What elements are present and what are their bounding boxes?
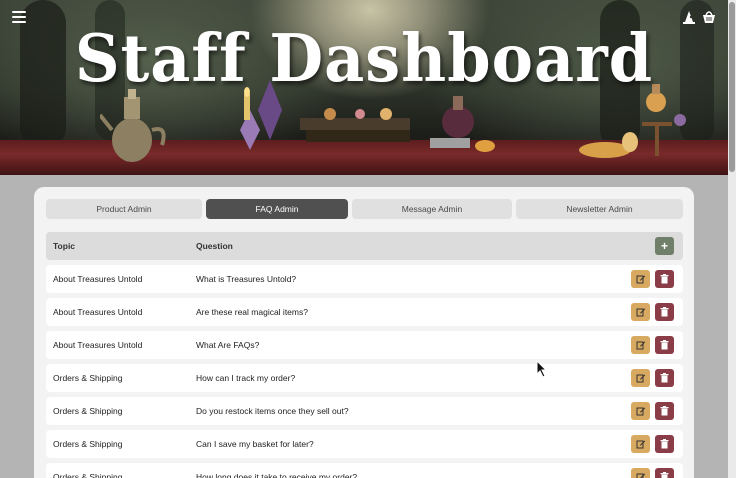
edit-faq-button[interactable] — [631, 270, 650, 288]
delete-faq-button[interactable] — [655, 402, 674, 420]
delete-faq-button[interactable] — [655, 336, 674, 354]
cell-question: Do you restock items once they sell out? — [196, 406, 349, 416]
pencil-square-icon — [636, 374, 645, 383]
cell-question: How can I track my order? — [196, 373, 296, 383]
table-row: Orders & Shipping How long does it take t… — [46, 463, 683, 478]
cell-question: What is Treasures Untold? — [196, 274, 297, 284]
plus-icon: + — [660, 239, 668, 253]
table-row: About Treasures Untold Are these real mag… — [46, 298, 683, 326]
scrollbar-thumb[interactable] — [729, 2, 735, 172]
pencil-square-icon — [636, 275, 645, 284]
pencil-square-icon — [636, 341, 645, 350]
delete-faq-button[interactable] — [655, 303, 674, 321]
teapot-illustration — [100, 89, 166, 162]
cell-question: How long does it take to receive my orde… — [196, 472, 358, 478]
hero-banner: Staff Dashboard — [0, 0, 728, 175]
delete-faq-button[interactable] — [655, 435, 674, 453]
tab-newsletter-admin[interactable]: Newsletter Admin — [516, 199, 683, 219]
pencil-square-icon — [636, 473, 645, 478]
edit-faq-button[interactable] — [631, 435, 650, 453]
table-row: About Treasures Untold What Are FAQs? — [46, 331, 683, 359]
mouse-cursor-icon — [536, 360, 548, 378]
trash-icon — [660, 439, 669, 449]
column-header-topic: Topic — [53, 241, 76, 251]
table-row: Orders & Shipping How can I track my orde… — [46, 364, 683, 392]
tab-message-admin[interactable]: Message Admin — [352, 199, 512, 219]
delete-faq-button[interactable] — [655, 270, 674, 288]
books-illustration — [300, 108, 410, 142]
faq-table-header: Topic Question + — [46, 232, 683, 260]
cell-topic: Orders & Shipping — [53, 373, 123, 383]
edit-faq-button[interactable] — [631, 468, 650, 478]
delete-faq-button[interactable] — [655, 468, 674, 478]
tab-faq-admin[interactable]: FAQ Admin — [206, 199, 348, 219]
cell-question: Can I save my basket for later? — [196, 439, 314, 449]
admin-tabs: Product Admin FAQ Admin Message Admin Ne… — [46, 199, 683, 219]
pencil-square-icon — [636, 308, 645, 317]
edit-faq-button[interactable] — [631, 369, 650, 387]
table-row: Orders & Shipping Can I save my basket fo… — [46, 430, 683, 458]
trash-icon — [660, 274, 669, 284]
cell-topic: About Treasures Untold — [53, 307, 143, 317]
cell-topic: About Treasures Untold — [53, 340, 143, 350]
table-row: About Treasures Untold What is Treasures … — [46, 265, 683, 293]
hamburger-menu-icon[interactable] — [12, 10, 26, 24]
trash-icon — [660, 406, 669, 416]
cell-topic: Orders & Shipping — [53, 472, 123, 478]
trash-icon — [660, 307, 669, 317]
page-scrollbar[interactable] — [728, 0, 736, 478]
add-faq-button[interactable]: + — [655, 237, 674, 255]
table-row: Orders & Shipping Do you restock items on… — [46, 397, 683, 425]
edit-faq-button[interactable] — [631, 303, 650, 321]
pencil-square-icon — [636, 407, 645, 416]
page-title: Staff Dashboard — [74, 20, 654, 97]
trash-icon — [660, 340, 669, 350]
delete-faq-button[interactable] — [655, 369, 674, 387]
trash-icon — [660, 472, 669, 478]
trash-icon — [660, 373, 669, 383]
cell-topic: Orders & Shipping — [53, 406, 123, 416]
cell-topic: Orders & Shipping — [53, 439, 123, 449]
edit-faq-button[interactable] — [631, 336, 650, 354]
wizard-hat-icon[interactable] — [681, 9, 697, 25]
cell-question: Are these real magical items? — [196, 307, 308, 317]
potion-illustration — [430, 96, 495, 152]
column-header-question: Question — [196, 241, 233, 251]
admin-panel: Product Admin FAQ Admin Message Admin Ne… — [34, 187, 694, 478]
cell-question: What Are FAQs? — [196, 340, 260, 350]
basket-icon[interactable] — [701, 9, 717, 25]
cell-topic: About Treasures Untold — [53, 274, 143, 284]
tab-product-admin[interactable]: Product Admin — [46, 199, 202, 219]
pencil-square-icon — [636, 440, 645, 449]
edit-faq-button[interactable] — [631, 402, 650, 420]
